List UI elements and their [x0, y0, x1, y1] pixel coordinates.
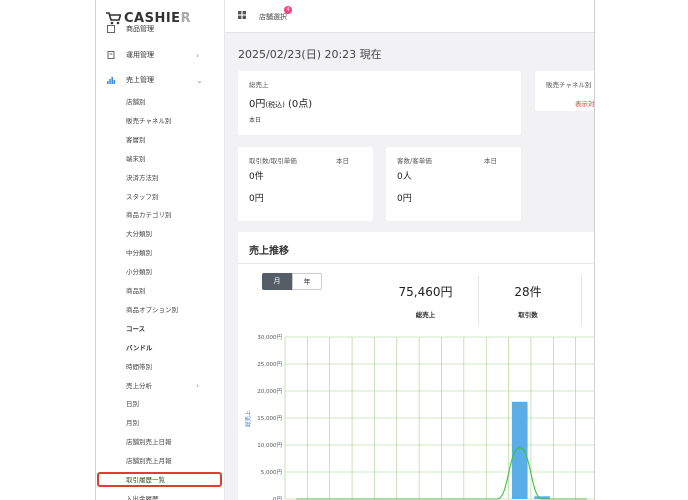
tax-note: (税込)	[265, 101, 285, 109]
submenu-item[interactable]: 端末別	[126, 153, 146, 165]
sales-trend-title: 売上推移	[249, 246, 289, 257]
submenu-item[interactable]: 時間帯別	[126, 361, 152, 373]
highlight-box	[97, 472, 222, 487]
submenu-item[interactable]: スタッフ別	[126, 191, 159, 203]
submenu-item[interactable]: 決済方法別	[126, 172, 159, 184]
total-sales-value: 0円(税込) (0点)	[249, 95, 312, 110]
y-tick-label: 15,000円	[257, 415, 282, 422]
submenu-item[interactable]: 小分類別	[126, 266, 152, 278]
submenu-item[interactable]: 商品別	[126, 285, 146, 297]
transactions-period: 本日	[336, 157, 349, 165]
chevron-down-icon: ⌄	[196, 75, 203, 85]
y-tick-label: 25,000円	[257, 361, 282, 368]
total-sales-count: (0点)	[288, 99, 313, 110]
current-datetime: 2025/02/23(日) 20:23 現在	[238, 48, 382, 61]
channel-card-label: 販売チャネル別	[546, 81, 592, 89]
metric-sales-value: 75,460円	[398, 285, 453, 299]
y-tick-label: 10,000円	[257, 442, 282, 449]
chevron-right-icon: ›	[196, 50, 200, 60]
sidebar-item-label: 売上管理	[126, 76, 154, 84]
submenu-item[interactable]: 店舗別	[126, 96, 146, 108]
customers-card: 客数/客単価 本日 0人 0円	[386, 147, 521, 221]
metric-divider	[581, 276, 582, 326]
y-tick-label: 30,000円	[257, 334, 282, 341]
sidebar-item-sales[interactable]: 売上管理 ⌄	[96, 72, 224, 88]
submenu-item[interactable]: 商品カテゴリ別	[126, 209, 172, 221]
submenu-item[interactable]: 商品オプション別	[126, 304, 178, 316]
sidebar-item-operation[interactable]: 運用管理 ›	[96, 47, 224, 63]
chevron-right-icon: ›	[196, 380, 200, 390]
metric-tx-label: 取引数	[518, 311, 538, 319]
customers-unit-price: 0円	[397, 194, 412, 204]
notification-badge: 4	[284, 6, 292, 14]
sales-trend-chart: 30,000円 25,000円 20,000円 15,000円 10,000円 5,000…	[244, 334, 594, 500]
channel-card: 販売チャネル別 表示対	[535, 71, 594, 111]
customers-period: 本日	[484, 157, 497, 165]
submenu-item[interactable]: 店舗別売上月報	[126, 455, 172, 467]
submenu-item[interactable]: 中分類別	[126, 247, 152, 259]
submenu-item[interactable]: バンドル	[126, 342, 152, 354]
transactions-unit-price: 0円	[249, 194, 264, 204]
metric-tx-value: 28件	[514, 285, 542, 299]
channel-display-link[interactable]: 表示対	[575, 98, 594, 108]
sidebar-item-label: 運用管理	[126, 51, 154, 59]
bar-chart-icon	[107, 77, 115, 84]
bar	[511, 401, 528, 499]
total-sales-amount: 0円	[249, 99, 266, 110]
store-select-button[interactable]: 店舗選択	[259, 12, 287, 22]
y-tick-label: 5,000円	[261, 469, 283, 476]
divider	[238, 263, 594, 264]
transactions-card: 取引数/取引単価 本日 0件 0円	[238, 147, 373, 221]
sidebar-item-product[interactable]: 商品管理	[96, 23, 224, 35]
submenu-item[interactable]: 大分類別	[126, 228, 152, 240]
box-icon	[107, 25, 115, 33]
transactions-count: 0件	[249, 172, 264, 182]
submenu-item[interactable]: 入出金履歴	[126, 493, 159, 500]
submenu-item[interactable]: 販売チャネル別	[126, 115, 171, 127]
total-sales-label: 総売上	[249, 81, 269, 89]
submenu-item[interactable]: コース	[126, 323, 145, 335]
y-tick-label: 0円	[273, 496, 282, 500]
submenu-item[interactable]: 客層別	[126, 134, 146, 146]
sidebar-item-label: 商品管理	[126, 25, 154, 33]
customers-count: 0人	[397, 172, 412, 182]
sales-trend-panel: 売上推移 月 年 75,460円 総売上 28件 取引数 30,000円 25,0…	[238, 232, 594, 500]
y-tick-label: 20,000円	[257, 388, 282, 395]
toggle-month-button[interactable]: 月	[262, 273, 292, 290]
metric-sales-label: 総売上	[415, 311, 436, 319]
grid-icon[interactable]	[238, 11, 246, 19]
customers-label: 客数/客単価	[397, 157, 432, 165]
top-bar: 店舗選択 4	[225, 0, 594, 33]
toggle-year-button[interactable]: 年	[292, 273, 322, 290]
submenu-item[interactable]: 店舗別売上日報	[126, 436, 172, 448]
app-frame: CASHIER 商品管理 運用管理 › 売上管理 ⌄ 店舗別 販売チャネル別 客層別…	[95, 0, 595, 500]
submenu-item[interactable]: 売上分析 ›	[126, 380, 199, 392]
document-icon	[107, 51, 115, 59]
total-sales-period: 本日	[249, 117, 262, 124]
submenu-item[interactable]: 日別	[126, 398, 139, 410]
sidebar: CASHIER 商品管理 運用管理 › 売上管理 ⌄ 店舗別 販売チャネル別 客層別…	[96, 0, 225, 500]
metric-divider	[478, 276, 479, 326]
total-sales-card: 総売上 0円(税込) (0点) 本日	[238, 71, 521, 135]
submenu-item[interactable]: 月別	[126, 417, 139, 429]
y-axis-label: 総売上	[244, 410, 252, 427]
transactions-label: 取引数/取引単価	[249, 157, 297, 165]
